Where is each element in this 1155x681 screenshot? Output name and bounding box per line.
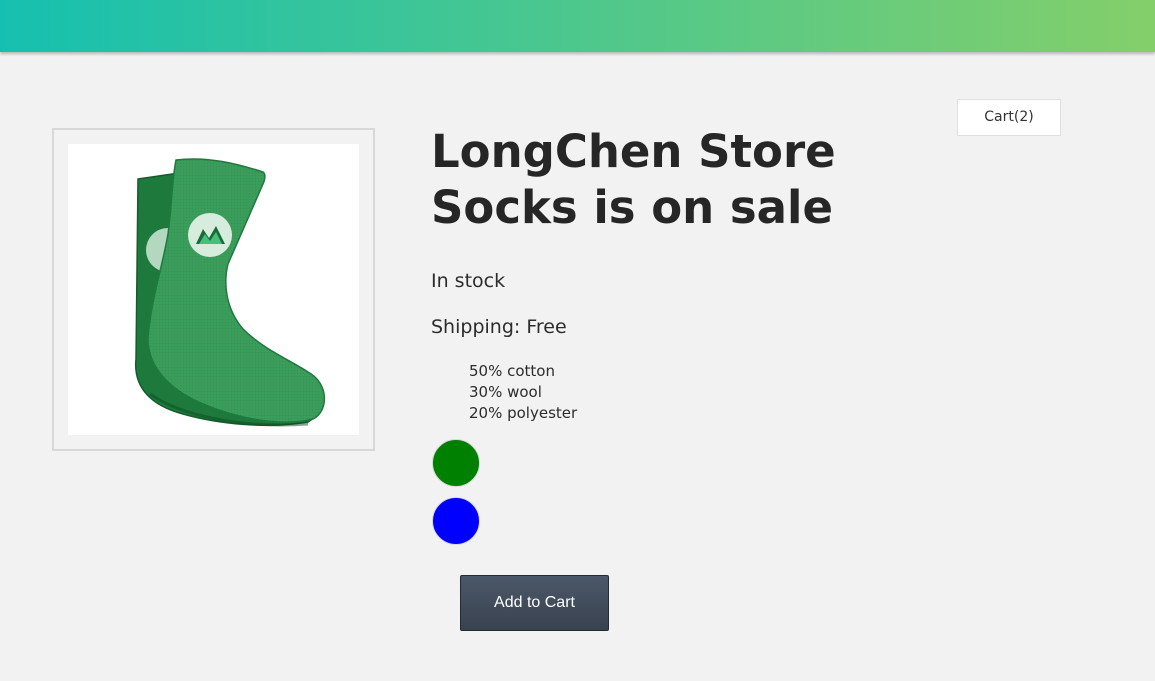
product-title-line2: Socks is on sale (431, 181, 833, 234)
product-image-frame (52, 128, 375, 451)
add-to-cart-button[interactable]: Add to Cart (460, 575, 609, 631)
product-image (68, 144, 359, 435)
detail-item-wool: 30% wool (469, 383, 542, 401)
socks-image (135, 158, 326, 427)
product-title-line1: LongChen Store (431, 125, 836, 178)
product-title: LongChen Store Socks is on sale (431, 124, 891, 236)
detail-item-polyester: 20% polyester (469, 404, 578, 422)
cart-button[interactable]: Cart(2) (957, 99, 1061, 136)
top-nav-bar (0, 0, 1155, 52)
color-swatch-green[interactable] (432, 439, 480, 487)
color-swatch-blue[interactable] (432, 497, 480, 545)
shipping-info: Shipping: Free (431, 316, 567, 338)
stock-status: In stock (431, 270, 506, 292)
detail-item-cotton: 50% cotton (469, 362, 555, 380)
product-details-list: 50% cotton 30% wool 20% polyester (469, 361, 577, 424)
